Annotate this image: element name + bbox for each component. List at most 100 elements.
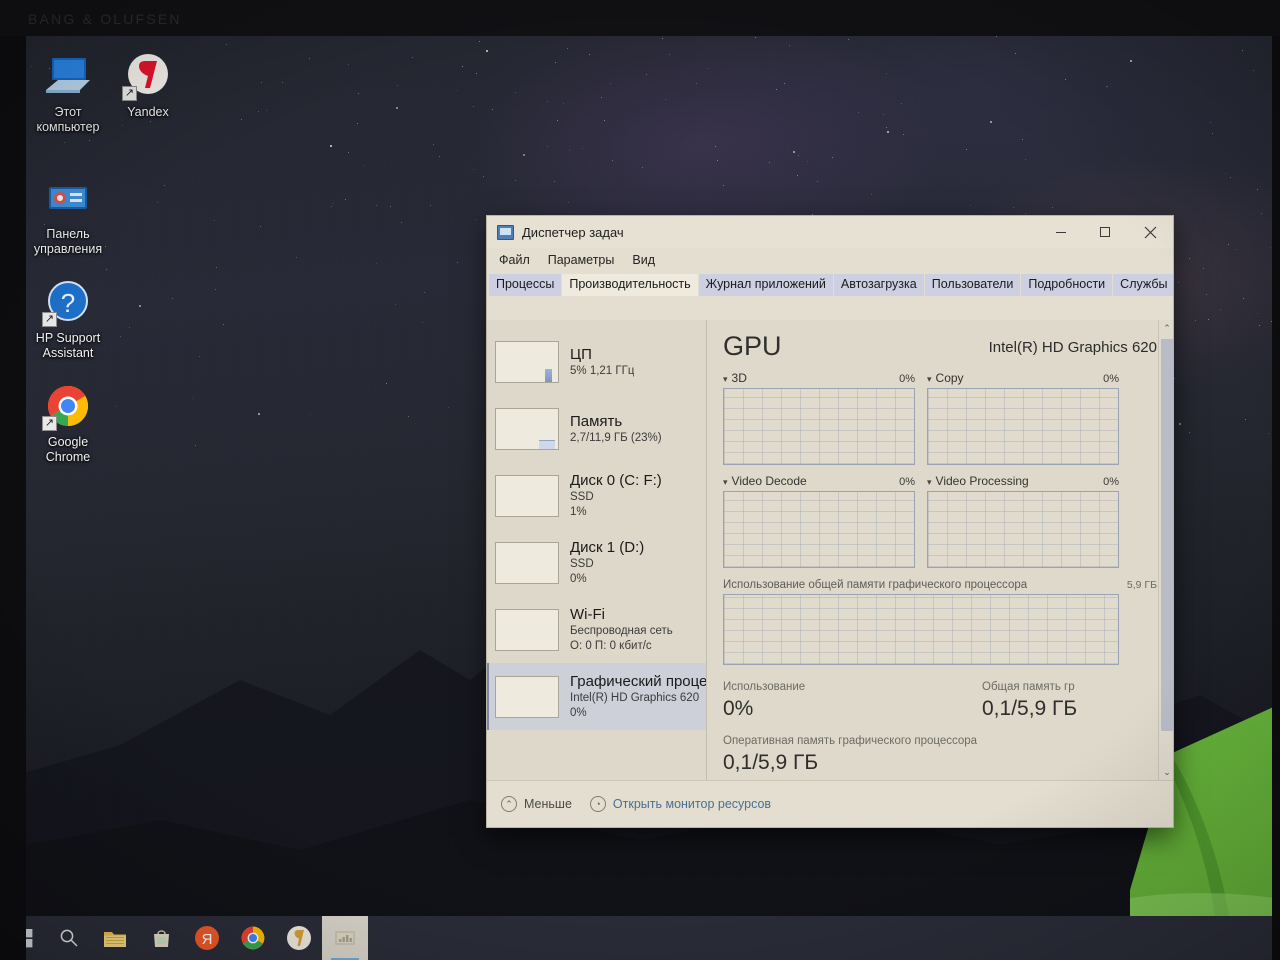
resource-item-4[interactable]: Wi-Fi Беспроводная сеть О: 0 П: 0 кбит/с <box>487 596 706 663</box>
tab-5[interactable]: Подробности <box>1021 274 1114 296</box>
resource-item-name: Wi-Fi <box>570 606 605 623</box>
task-manager-icon <box>497 224 514 240</box>
fewer-details-button[interactable]: ⌃ Меньше <box>501 796 572 812</box>
engine-row-top: ▾ 3D 0% ▾ Copy 0% <box>723 371 1157 465</box>
minimize-button[interactable] <box>1039 216 1083 248</box>
desktop-icon-control-panel[interactable]: Панель управления <box>22 174 114 257</box>
chrome-button[interactable] <box>230 916 276 960</box>
task-manager-window[interactable]: Диспетчер задач Файл Параметры Вид Проце… <box>486 215 1174 828</box>
chevron-down-icon[interactable]: ▾ <box>927 477 932 488</box>
stat-label: Использование <box>723 681 806 693</box>
stat-usage: Использование 0% <box>723 679 898 723</box>
chevron-down-icon[interactable]: ▾ <box>723 477 728 488</box>
file-explorer-button[interactable] <box>92 916 138 960</box>
task-manager-icon <box>335 930 355 945</box>
desktop-icon-label: HP Support Assistant <box>35 331 101 360</box>
tab-2[interactable]: Журнал приложений <box>698 274 834 296</box>
yandex-browser-button[interactable] <box>276 916 322 960</box>
chevron-down-icon[interactable]: ▾ <box>723 374 728 385</box>
resource-item-5[interactable]: Графический процессор 0 Intel(R) HD Graph… <box>487 663 706 730</box>
resource-mini-graph <box>495 541 559 584</box>
shared-memory-chart-header: Использование общей памяти графического … <box>723 579 1157 591</box>
resource-item-text: Wi-Fi Беспроводная сеть О: 0 П: 0 кбит/с <box>559 605 673 654</box>
resource-item-name: Диск 0 (C: F:) <box>570 472 662 489</box>
scroll-up-arrow-icon[interactable]: ⌃ <box>1159 320 1173 337</box>
resource-monitor-icon: ◔ <box>589 796 606 812</box>
tab-bar[interactable]: Процессы Производительность Журнал приложе… <box>487 272 1173 296</box>
fewer-details-label: Меньше <box>524 797 572 811</box>
desktop-icon-this-pc[interactable]: Этот компьютер <box>22 52 114 135</box>
yandex-button[interactable]: Я <box>184 916 230 960</box>
engine-percent: 0% <box>899 476 915 488</box>
desktop[interactable]: Этот компьютер ↗ Yandex Панель управлени… <box>0 24 1280 960</box>
window-titlebar[interactable]: Диспетчер задач <box>487 216 1173 248</box>
resource-item-text: Память 2,7/11,9 ГБ (23%) <box>559 412 662 446</box>
resource-item-sub2: 1% <box>570 506 587 518</box>
open-resource-monitor-button[interactable]: ◔ Открыть монитор ресурсов <box>589 796 771 812</box>
resource-item-2[interactable]: Диск 0 (C: F:) SSD 1% <box>487 462 706 529</box>
resource-mini-graph <box>495 407 559 450</box>
tab-0[interactable]: Процессы <box>489 274 563 296</box>
resource-item-text: Диск 1 (D:) SSD 0% <box>559 538 644 587</box>
mini-graph-activity <box>539 439 555 449</box>
engine-video-decode: ▾ Video Decode 0% <box>723 474 915 568</box>
desktop-icon-google-chrome[interactable]: ↗ Google Chrome <box>22 382 114 465</box>
resource-item-name: Графический процессор 0 <box>570 673 706 690</box>
resource-item-1[interactable]: Память 2,7/11,9 ГБ (23%) <box>487 395 706 462</box>
engine-graph <box>927 388 1119 465</box>
vertical-scrollbar[interactable]: ⌃ ⌄ <box>1158 320 1173 781</box>
stat-label: Общая память гр <box>982 681 1075 693</box>
tab-1[interactable]: Производительность <box>562 274 699 296</box>
gpu-stats: Использование 0% Общая память гр 0,1/5,9… <box>723 679 1157 777</box>
tab-6[interactable]: Службы <box>1113 274 1173 296</box>
task-manager-button[interactable] <box>322 916 368 960</box>
close-button[interactable] <box>1127 216 1173 248</box>
resource-item-text: Графический процессор 0 Intel(R) HD Graph… <box>559 672 706 721</box>
gpu-detail-panel: GPU Intel(R) HD Graphics 620 ▾ 3D 0% ▾ C… <box>707 320 1173 781</box>
resource-mini-graph <box>495 608 559 651</box>
laptop-bezel-top: BANG & OLUFSEN <box>0 0 1280 36</box>
yandex-y-icon <box>287 926 311 950</box>
shortcut-arrow-icon: ↗ <box>42 416 57 431</box>
control-panel-icon <box>44 174 92 222</box>
store-bag-icon <box>153 930 169 947</box>
menu-item-options[interactable]: Параметры <box>548 253 615 267</box>
tab-3[interactable]: Автозагрузка <box>833 274 925 296</box>
tab-4[interactable]: Пользователи <box>924 274 1022 296</box>
stat-value: 0% <box>723 697 754 720</box>
resource-item-0[interactable]: ЦП 5% 1,21 ГГц <box>487 328 706 395</box>
search-button[interactable] <box>46 916 92 960</box>
microsoft-store-button[interactable] <box>138 916 184 960</box>
scroll-down-arrow-icon[interactable]: ⌄ <box>1159 764 1173 781</box>
svg-text:?: ? <box>61 288 75 318</box>
stat-value: 0,1/5,9 ГБ <box>723 751 819 774</box>
shortcut-arrow-icon: ↗ <box>122 86 137 101</box>
engine-graph <box>723 388 915 465</box>
resource-mini-graph <box>495 340 559 383</box>
resource-item-sub1: SSD <box>570 558 594 570</box>
shared-memory-chart-max: 5,9 ГБ <box>1126 579 1157 591</box>
folder-icon <box>104 931 126 947</box>
resource-item-name: Память <box>570 412 623 430</box>
resource-item-name: Диск 1 (D:) <box>570 539 645 556</box>
maximize-button[interactable] <box>1083 216 1127 248</box>
gpu-model-label: Intel(R) HD Graphics 620 <box>988 339 1157 356</box>
scrollbar-track[interactable] <box>1159 337 1173 764</box>
resource-item-sub1: SSD <box>570 491 594 503</box>
resource-item-3[interactable]: Диск 1 (D:) SSD 0% <box>487 529 706 596</box>
stat-label: Оперативная память графического процессо… <box>723 735 978 747</box>
resource-item-sub1: 5% 1,21 ГГц <box>570 364 635 377</box>
chevron-down-icon[interactable]: ▾ <box>927 374 932 385</box>
desktop-icon-yandex[interactable]: ↗ Yandex <box>102 52 194 120</box>
scrollbar-thumb[interactable] <box>1161 339 1173 731</box>
resource-mini-graph <box>495 675 559 718</box>
menu-item-file[interactable]: Файл <box>499 253 530 267</box>
desktop-icon-label: Google Chrome <box>45 435 91 464</box>
taskbar[interactable]: Я <box>0 916 1280 960</box>
desktop-icon-hp-support-assistant[interactable]: ? ↗ HP Support Assistant <box>22 278 114 361</box>
desktop-icon-label: Yandex <box>127 105 169 119</box>
performance-resource-list[interactable]: ЦП 5% 1,21 ГГц Память 2,7/11,9 ГБ (23%) Диск… <box>487 320 707 781</box>
menu-bar[interactable]: Файл Параметры Вид <box>487 248 1173 272</box>
menu-item-view[interactable]: Вид <box>632 253 655 267</box>
laptop-bezel-right <box>1272 0 1280 960</box>
